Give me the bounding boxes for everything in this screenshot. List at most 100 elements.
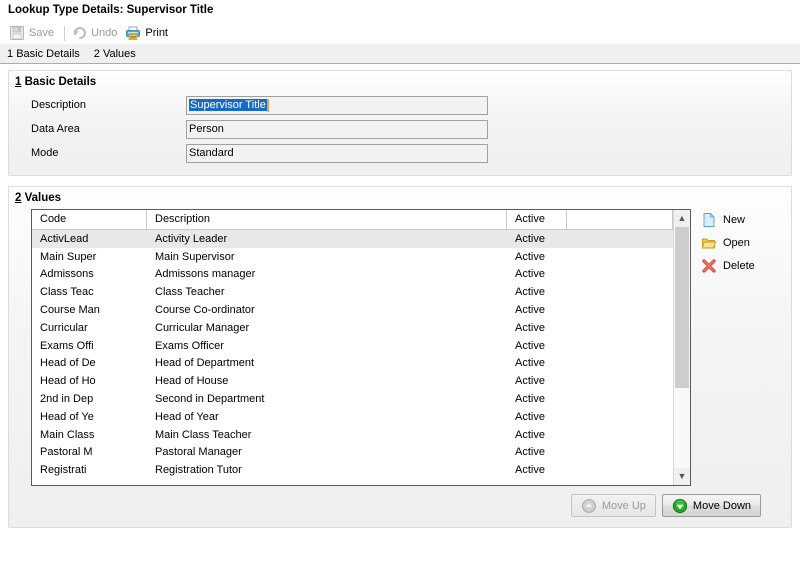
cell-active: Active [515, 286, 545, 299]
cell-active: Active [515, 232, 545, 245]
values-grid: Code Description Active ActivLead Activit… [31, 209, 691, 486]
table-row[interactable]: Course Man Course Co-ordinator Active [32, 301, 673, 319]
undo-button[interactable]: Undo [69, 24, 123, 43]
table-row[interactable]: ActivLead Activity Leader Active [32, 230, 673, 248]
cell-description: Main Supervisor [155, 250, 235, 263]
arrow-down-circle-icon [672, 498, 688, 514]
cell-code: Admissons [40, 268, 94, 281]
cell-description: Activity Leader [155, 232, 228, 245]
cell-active: Active [515, 357, 545, 370]
move-down-label: Move Down [692, 499, 751, 512]
table-row[interactable]: Admissons Admissons manager Active [32, 266, 673, 284]
table-row[interactable]: Main Class Main Class Teacher Active [32, 426, 673, 444]
values-panel: 2 Values Code Description Active ActivLe… [8, 186, 792, 528]
tab-basic-details[interactable]: 1 Basic Details [7, 48, 80, 60]
save-button[interactable]: Save [7, 24, 60, 43]
open-folder-icon [701, 235, 717, 251]
cell-active: Active [515, 393, 545, 406]
description-input[interactable]: Supervisor Title [186, 95, 488, 115]
cell-code: ActivLead [40, 232, 89, 245]
table-row[interactable]: Class Teac Class Teacher Active [32, 283, 673, 301]
table-row[interactable]: Pastoral M Pastoral Manager Active [32, 444, 673, 462]
table-row[interactable]: Main Super Main Supervisor Active [32, 248, 673, 266]
mode-value: Standard [189, 147, 234, 159]
table-row[interactable]: Curricular Curricular Manager Active [32, 319, 673, 337]
cell-description: Admissons manager [155, 268, 256, 281]
basic-details-title-label: Basic Details [24, 76, 97, 88]
scrollbar-thumb[interactable] [675, 227, 689, 389]
values-side-actions: New Open Delete [701, 209, 755, 486]
cell-code: Curricular [40, 321, 88, 334]
cell-code: Head of Ho [40, 375, 96, 388]
cell-code: Registrati [40, 464, 87, 477]
cell-description: Main Class Teacher [155, 428, 252, 441]
values-title: 2 Values [9, 187, 791, 207]
print-button[interactable]: Print [123, 24, 174, 43]
print-icon [125, 25, 141, 41]
move-up-label: Move Up [601, 499, 646, 512]
table-row[interactable]: Registrati Registration Tutor Active [32, 461, 673, 479]
cell-active: Active [515, 464, 545, 477]
cell-description: Curricular Manager [155, 321, 250, 334]
cell-active: Active [515, 339, 545, 352]
window-title: Lookup Type Details: Supervisor Title [0, 0, 800, 22]
new-button[interactable]: New [701, 211, 755, 228]
cell-code: Class Teac [40, 286, 94, 299]
cell-code: Head of Ye [40, 410, 94, 423]
cell-code: Pastoral M [40, 446, 93, 459]
table-row[interactable]: 2nd in Dep Second in Department Active [32, 390, 673, 408]
column-header-filler [567, 210, 673, 229]
toolbar: Save Undo Print [0, 22, 800, 44]
mode-label: Mode [31, 147, 59, 159]
values-grid-body: ActivLead Activity Leader Active Main Super… [32, 230, 673, 485]
basic-details-panel: 1 Basic Details Description Supervisor T… [8, 70, 792, 176]
chevron-up-icon: ▲ [677, 213, 687, 223]
table-row[interactable]: Head of Ho Head of House Active [32, 372, 673, 390]
new-button-label: New [723, 213, 746, 226]
delete-x-icon [701, 258, 717, 274]
cell-code: Head of De [40, 357, 96, 370]
cell-description: Pastoral Manager [155, 446, 242, 459]
delete-button-label: Delete [723, 259, 755, 272]
field-row-mode: Mode Standard [9, 141, 791, 165]
column-header-active[interactable]: Active [507, 210, 567, 229]
chevron-down-icon: ▼ [677, 471, 687, 481]
delete-button[interactable]: Delete [701, 257, 755, 274]
undo-icon [71, 25, 87, 41]
open-button[interactable]: Open [701, 234, 755, 251]
data-area-input[interactable]: Person [186, 119, 488, 139]
basic-details-title: 1 Basic Details [9, 71, 791, 91]
scroll-down-button[interactable]: ▼ [674, 468, 690, 485]
tab-basic-details-label: Basic Details [16, 47, 80, 60]
mode-input[interactable]: Standard [186, 143, 488, 163]
values-scrollbar[interactable]: ▲ ▼ [673, 210, 690, 485]
column-header-code[interactable]: Code [32, 210, 147, 229]
table-row[interactable]: Head of De Head of Department Active [32, 355, 673, 373]
print-label: Print [145, 27, 168, 39]
table-row[interactable]: Head of Ye Head of Year Active [32, 408, 673, 426]
column-header-description[interactable]: Description [147, 210, 507, 229]
move-down-button[interactable]: Move Down [661, 494, 761, 517]
field-row-description: Description Supervisor Title [9, 93, 791, 117]
table-row[interactable]: Exams Offi Exams Officer Active [32, 337, 673, 355]
scroll-up-button[interactable]: ▲ [674, 210, 690, 227]
cell-active: Active [515, 410, 545, 423]
move-buttons-bar: Move Up Move Down [9, 492, 791, 527]
tab-strip: 1 Basic Details 2 Values [0, 44, 800, 64]
text-caret [266, 98, 269, 112]
scrollbar-track[interactable] [674, 227, 690, 468]
values-title-label: Values [24, 192, 62, 204]
data-area-value: Person [189, 123, 224, 135]
values-grid-header: Code Description Active [32, 210, 673, 230]
cell-code: Main Class [40, 428, 95, 441]
cell-code: Main Super [40, 250, 97, 263]
cell-active: Active [515, 250, 545, 263]
tab-values[interactable]: 2 Values [94, 48, 136, 60]
cell-active: Active [515, 446, 545, 459]
move-up-button[interactable]: Move Up [570, 494, 656, 517]
cell-active: Active [515, 268, 545, 281]
values-accesskey: 2 [15, 192, 22, 204]
field-row-data-area: Data Area Person [9, 117, 791, 141]
toolbar-separator [64, 25, 66, 41]
cell-active: Active [515, 321, 545, 334]
